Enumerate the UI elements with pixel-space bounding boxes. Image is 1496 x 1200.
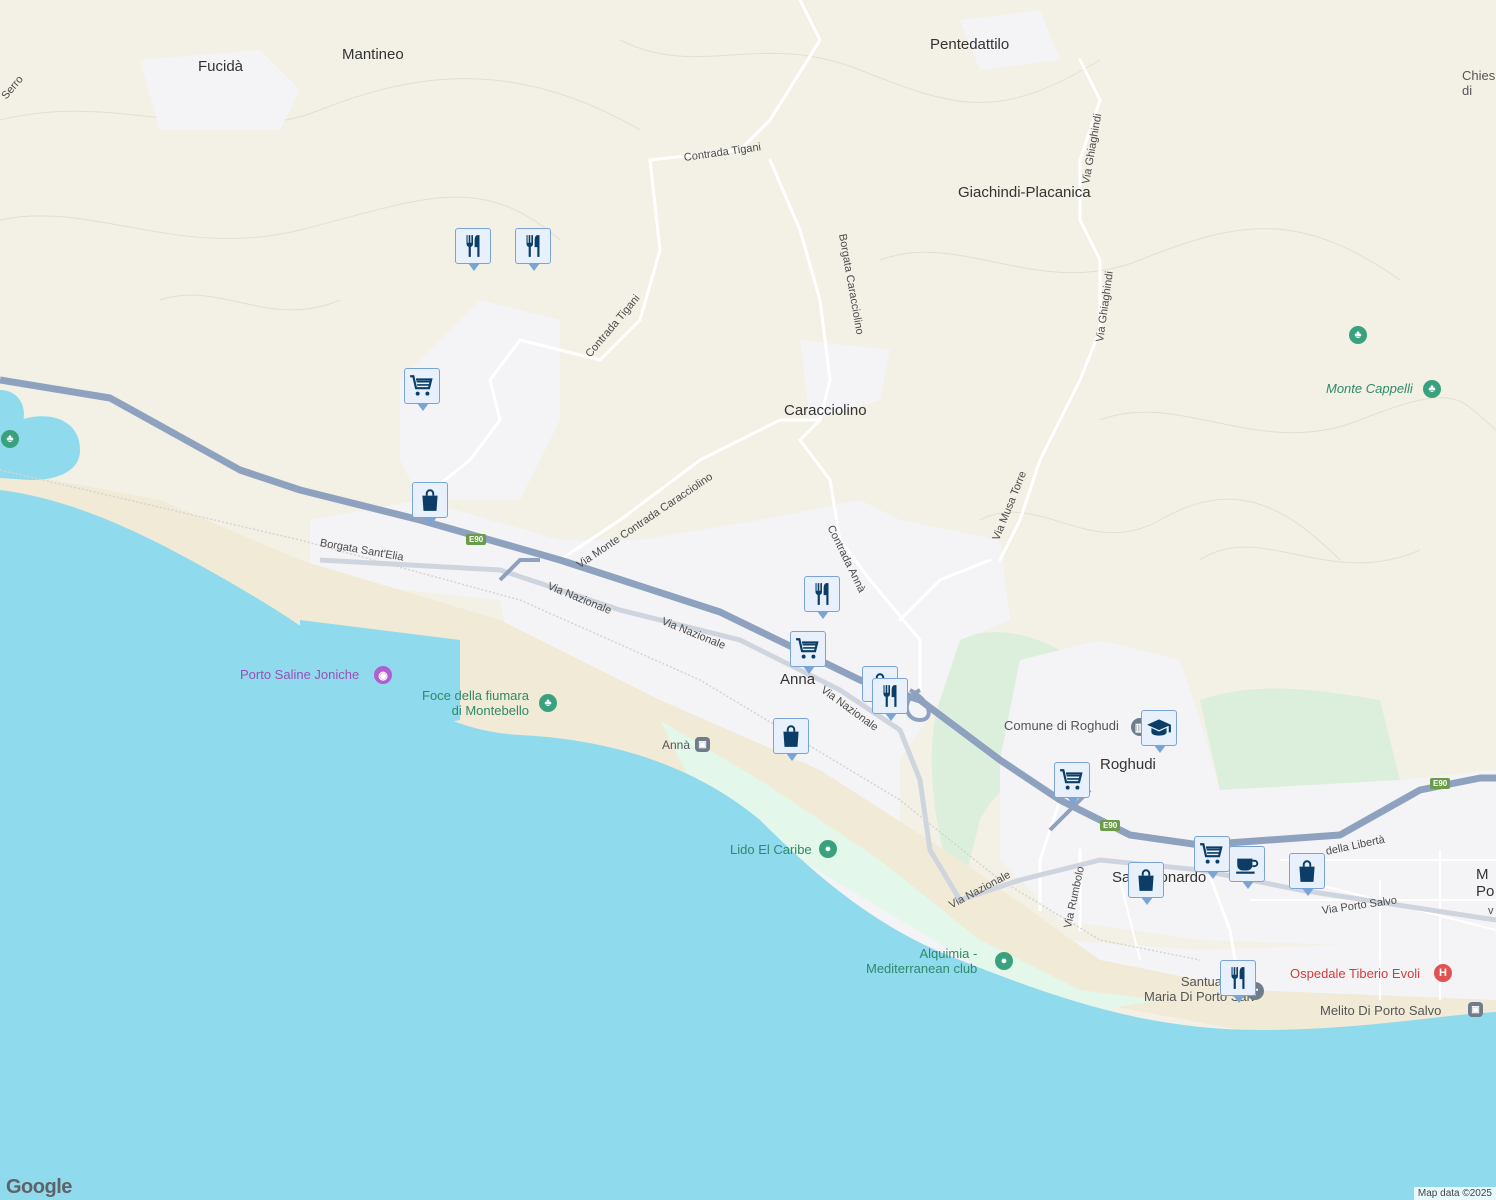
place-icon[interactable]: ● [995,952,1013,970]
town-melito: M Po [1476,866,1495,900]
highway-shield-e90: E90 [1430,778,1451,789]
restaurant-icon [883,685,897,707]
town-mantineo: Mantineo [342,46,404,63]
grocery-marker[interactable] [790,631,826,674]
restaurant-marker[interactable] [872,678,908,721]
poi-melito-station-label[interactable]: Melito Di Porto Salvo [1320,1003,1441,1018]
shopping-cart-icon [410,375,433,396]
shopping-bag-icon [422,489,438,511]
shopping-marker[interactable] [412,482,448,525]
grocery-marker[interactable] [404,368,440,411]
shopping-bag-icon [783,725,799,747]
town-giachindi: Giachindi-Placanica [958,184,1091,201]
cafe-marker[interactable] [1229,846,1265,889]
town-caracciolino: Caracciolino [784,402,867,419]
tree-icon[interactable]: ♣ [1423,380,1441,398]
tree-icon[interactable]: ♣ [1349,326,1367,344]
shopping-marker[interactable] [773,718,809,761]
highway-shield-e90: E90 [1100,820,1121,831]
grocery-marker[interactable] [1054,762,1090,805]
poi-monte-cappelli-label[interactable]: Monte Cappelli [1326,381,1413,396]
restaurant-icon [526,235,540,257]
road-v: v [1488,905,1494,917]
poi-porto-saline-label[interactable]: Porto Saline Joniche [240,667,359,682]
restaurant-icon [466,235,480,257]
train-icon[interactable]: ▣ [1468,1002,1483,1017]
shopping-cart-icon [1060,769,1083,790]
shopping-bag-icon [1299,860,1315,882]
graduation-cap-icon [1147,719,1171,736]
place-icon[interactable]: ● [819,840,837,858]
town-pentedattilo: Pentedattilo [930,36,1010,53]
shopping-cart-icon [1200,843,1223,864]
poi-ospedale-label[interactable]: Ospedale Tiberio Evoli [1290,966,1420,981]
shopping-cart-icon [796,638,819,659]
poi-lido-label[interactable]: Lido El Caribe [730,842,812,857]
poi-foce-label[interactable]: Foce della fiumara di Montebello [422,688,529,718]
camera-icon[interactable]: ◉ [374,666,392,684]
town-roghudi: Roghudi [1100,756,1156,773]
train-icon[interactable]: ▣ [695,737,710,752]
google-logo: Google [6,1176,72,1198]
map-attribution[interactable]: Map data ©2025 [1413,1187,1496,1200]
map-canvas[interactable] [0,0,1496,1200]
shopping-marker[interactable] [1289,853,1325,896]
poi-anna-station-label[interactable]: Annà [662,738,690,752]
shopping-marker[interactable] [1128,862,1164,905]
restaurant-icon [1231,967,1245,989]
restaurant-marker[interactable] [804,576,840,619]
restaurant-marker[interactable] [515,228,551,271]
town-chiesa: Chies di [1462,68,1496,98]
highway-shield-e90: E90 [466,534,487,545]
coffee-cup-icon [1236,858,1259,874]
hospital-icon[interactable]: H [1434,964,1452,982]
restaurant-marker[interactable] [455,228,491,271]
tree-icon[interactable]: ♣ [539,694,557,712]
poi-comune-roghudi-label[interactable]: Comune di Roghudi [1004,718,1119,733]
shopping-bag-icon [1138,869,1154,891]
tree-icon[interactable]: ♣ [1,430,19,448]
grocery-marker[interactable] [1194,836,1230,879]
poi-alquimia-label[interactable]: Alquimia - Mediterranean club [866,946,977,976]
restaurant-marker[interactable] [1220,960,1256,1003]
school-marker[interactable] [1141,710,1177,753]
restaurant-icon [815,583,829,605]
town-fucida: Fucidà [198,58,244,75]
